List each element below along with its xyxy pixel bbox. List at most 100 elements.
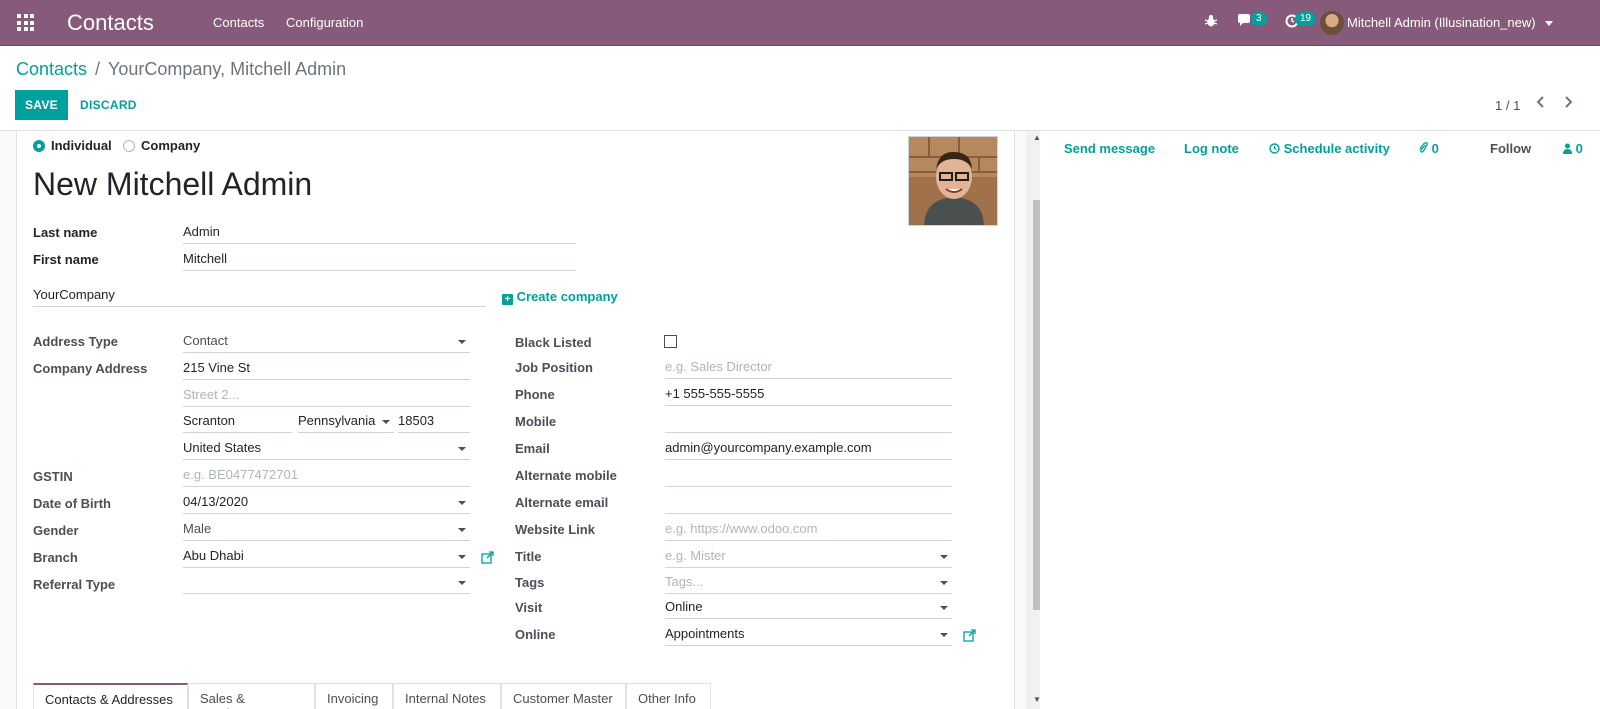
followers-count: 0 bbox=[1575, 141, 1583, 156]
tab-sales-purchase[interactable]: Sales & Purchase bbox=[188, 683, 315, 709]
website-field[interactable]: e.g. https://www.odoo.com bbox=[665, 521, 952, 541]
visit-select[interactable]: Online bbox=[665, 599, 952, 619]
log-note-button[interactable]: Log note bbox=[1184, 141, 1239, 156]
radio-individual-label: Individual bbox=[51, 138, 112, 153]
mobile-field[interactable] bbox=[665, 413, 952, 433]
create-company-label: Create company bbox=[516, 289, 618, 304]
country-value: United States bbox=[183, 440, 262, 455]
dob-field[interactable]: 04/13/2020 bbox=[183, 494, 470, 514]
caret-down-icon bbox=[940, 581, 948, 585]
clock-icon bbox=[1269, 141, 1284, 156]
phone-field[interactable]: +1 555-555-5555 bbox=[665, 386, 952, 406]
radio-individual[interactable] bbox=[33, 140, 45, 152]
follow-button[interactable]: Follow bbox=[1490, 141, 1531, 156]
user-avatar[interactable] bbox=[1320, 11, 1344, 35]
apps-menu-icon[interactable] bbox=[17, 14, 34, 31]
user-menu[interactable]: Mitchell Admin (Illusination_new) bbox=[1347, 15, 1554, 30]
branch-select[interactable]: Abu Dhabi bbox=[183, 548, 470, 568]
top-navbar: Contacts Contacts Configuration 3 19 Mit… bbox=[0, 0, 1600, 46]
job-position-field[interactable]: e.g. Sales Director bbox=[665, 359, 952, 379]
online-value: Appointments bbox=[665, 626, 745, 641]
alternate-email-field[interactable] bbox=[665, 494, 952, 514]
caret-down-icon bbox=[940, 633, 948, 637]
app-brand[interactable]: Contacts bbox=[67, 10, 154, 36]
email-label: Email bbox=[515, 441, 550, 456]
caret-down-icon bbox=[940, 555, 948, 559]
debug-bug-icon[interactable] bbox=[1204, 14, 1218, 31]
visit-label: Visit bbox=[515, 600, 543, 615]
dob-label: Date of Birth bbox=[33, 496, 111, 511]
title-placeholder: e.g. Mister bbox=[665, 548, 726, 563]
schedule-activity-button[interactable]: Schedule activity bbox=[1269, 141, 1390, 156]
company-field[interactable]: YourCompany bbox=[33, 287, 486, 307]
black-listed-checkbox[interactable] bbox=[664, 335, 677, 348]
pager-next-icon[interactable] bbox=[1563, 95, 1573, 114]
state-select[interactable]: Pennsylvania bbox=[298, 413, 394, 433]
avatar[interactable] bbox=[908, 136, 998, 226]
menu-contacts[interactable]: Contacts bbox=[213, 15, 264, 30]
alternate-mobile-label: Alternate mobile bbox=[515, 468, 617, 483]
address-type-label: Address Type bbox=[33, 334, 119, 349]
radio-company[interactable] bbox=[123, 140, 135, 152]
tags-placeholder: Tags... bbox=[665, 574, 704, 589]
first-name-label: First name bbox=[33, 252, 99, 267]
online-label: Online bbox=[515, 627, 556, 642]
send-message-button[interactable]: Send message bbox=[1064, 141, 1155, 156]
discard-button[interactable]: DISCARD bbox=[80, 90, 137, 120]
tab-other-info[interactable]: Other Info bbox=[626, 683, 711, 709]
activities-count-badge: 19 bbox=[1295, 12, 1317, 26]
tab-contacts-addresses[interactable]: Contacts & Addresses bbox=[33, 683, 188, 709]
caret-down-icon bbox=[458, 447, 466, 451]
street2-field[interactable]: Street 2... bbox=[183, 387, 470, 407]
caret-down-icon bbox=[458, 501, 466, 505]
schedule-activity-label: Schedule activity bbox=[1283, 141, 1390, 156]
caret-down-icon bbox=[940, 606, 948, 610]
followers-button[interactable]: 0 bbox=[1563, 141, 1583, 156]
tab-internal-notes[interactable]: Internal Notes bbox=[393, 683, 501, 709]
referral-type-select[interactable] bbox=[183, 574, 470, 594]
messages-count-badge: 3 bbox=[1251, 12, 1267, 26]
breadcrumb-parent[interactable]: Contacts bbox=[16, 59, 87, 80]
breadcrumb-current: YourCompany, Mitchell Admin bbox=[108, 59, 347, 79]
save-button[interactable]: SAVE bbox=[15, 90, 68, 120]
caret-down-icon bbox=[458, 340, 466, 344]
street-field[interactable]: 215 Vine St bbox=[183, 360, 470, 380]
branch-value: Abu Dhabi bbox=[183, 548, 244, 563]
pager-value[interactable]: 1 / 1 bbox=[1495, 98, 1520, 113]
title-select[interactable]: e.g. Mister bbox=[665, 548, 952, 568]
online-select[interactable]: Appointments bbox=[665, 626, 952, 646]
last-name-field[interactable]: Admin bbox=[183, 224, 576, 244]
attachments-button[interactable]: 0 bbox=[1418, 141, 1439, 156]
country-select[interactable]: United States bbox=[183, 440, 470, 460]
caret-down-icon bbox=[458, 528, 466, 532]
phone-label: Phone bbox=[515, 387, 555, 402]
menu-configuration[interactable]: Configuration bbox=[286, 15, 363, 30]
first-name-field[interactable]: Mitchell bbox=[183, 251, 576, 271]
gstin-label: GSTIN bbox=[33, 469, 73, 484]
plus-square-icon: + bbox=[502, 294, 513, 305]
external-link-icon[interactable] bbox=[963, 629, 976, 645]
mobile-label: Mobile bbox=[515, 414, 557, 429]
email-field[interactable]: admin@yourcompany.example.com bbox=[665, 440, 952, 460]
last-name-label: Last name bbox=[33, 225, 98, 240]
caret-down-icon bbox=[458, 581, 466, 585]
record-title[interactable]: New Mitchell Admin bbox=[33, 166, 312, 203]
attachments-count: 0 bbox=[1431, 141, 1439, 156]
create-company-button[interactable]: + Create company bbox=[502, 289, 618, 305]
pager-previous-icon[interactable] bbox=[1536, 95, 1546, 114]
gstin-field[interactable]: e.g. BE0477472701 bbox=[183, 467, 470, 487]
tags-field[interactable]: Tags... bbox=[665, 574, 952, 594]
city-field[interactable]: Scranton bbox=[183, 413, 292, 433]
zip-field[interactable]: 18503 bbox=[398, 413, 470, 433]
alternate-mobile-field[interactable] bbox=[665, 467, 952, 487]
tab-customer-master[interactable]: Customer Master bbox=[501, 683, 626, 709]
gender-select[interactable]: Male bbox=[183, 521, 470, 541]
gender-value: Male bbox=[183, 521, 212, 536]
external-link-icon[interactable] bbox=[481, 551, 494, 567]
address-type-select[interactable]: Contact bbox=[183, 333, 470, 353]
user-name: Mitchell Admin (Illusination_new) bbox=[1347, 15, 1536, 30]
company-address-label: Company Address bbox=[33, 361, 148, 376]
state-value: Pennsylvania bbox=[298, 413, 376, 428]
tab-invoicing[interactable]: Invoicing bbox=[315, 683, 393, 709]
caret-down-icon bbox=[382, 420, 390, 424]
